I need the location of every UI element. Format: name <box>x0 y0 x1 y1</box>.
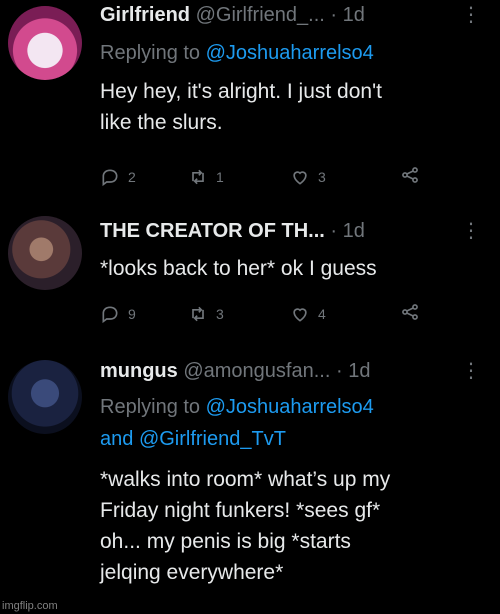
tweet-2[interactable]: THE CREATOR OF TH... · 1d ⋮ *looks back … <box>0 212 500 342</box>
more-icon[interactable]: ⋮ <box>461 0 481 30</box>
tweet-text: *walks into room* what’s up my Friday ni… <box>100 464 490 588</box>
like-count: 4 <box>318 306 326 322</box>
more-icon[interactable]: ⋮ <box>461 356 481 386</box>
action-bar: 9 3 4 <box>100 302 480 326</box>
reply-count: 9 <box>128 306 136 322</box>
separator-dot: · <box>335 360 343 382</box>
tweet-1[interactable]: Girlfriend @Girlfriend_... · 1d ⋮ Replyi… <box>0 0 500 200</box>
share-icon <box>402 304 418 320</box>
retweet-button[interactable]: 3 <box>188 302 224 326</box>
replying-and: and <box>100 428 134 450</box>
reply-button[interactable]: 2 <box>100 165 136 189</box>
text-line: oh... my penis is big *starts <box>100 530 351 553</box>
timestamp[interactable]: 1d <box>343 4 365 26</box>
retweet-count: 3 <box>216 306 224 322</box>
replying-to-continued: and @Girlfriend_TvT <box>100 424 286 454</box>
like-button[interactable]: 3 <box>290 165 326 189</box>
avatar[interactable] <box>8 360 82 434</box>
user-handle[interactable]: @amongusfan... <box>183 360 330 382</box>
share-icon <box>402 167 418 183</box>
text-line: jelqing everywhere* <box>100 561 284 584</box>
text-line: Friday night funkers! *sees gf* <box>100 499 381 522</box>
reply-button[interactable]: 9 <box>100 302 136 326</box>
replying-prefix: Replying to <box>100 396 201 418</box>
like-button[interactable]: 4 <box>290 302 326 326</box>
more-icon[interactable]: ⋮ <box>461 216 481 246</box>
timestamp[interactable]: 1d <box>348 360 370 382</box>
replying-to: Replying to @Joshuaharrelso4 <box>100 392 374 422</box>
like-icon <box>293 308 307 322</box>
tweet-header: Girlfriend @Girlfriend_... · 1d ⋮ <box>100 0 488 30</box>
retweet-icon <box>192 169 204 185</box>
tweet-header: THE CREATOR OF TH... · 1d ⋮ <box>100 216 488 246</box>
separator-dot: · <box>330 220 338 242</box>
display-name[interactable]: Girlfriend <box>100 4 190 26</box>
share-button[interactable] <box>400 302 428 322</box>
action-bar: 2 1 3 <box>100 165 480 189</box>
text-line: *walks into room* what’s up my <box>100 468 391 491</box>
reply-count: 2 <box>128 169 136 185</box>
display-name[interactable]: THE CREATOR OF TH... <box>100 220 325 242</box>
imgflip-watermark: imgflip.com <box>2 600 58 612</box>
retweet-button[interactable]: 1 <box>188 165 224 189</box>
reply-icon <box>102 306 118 324</box>
timestamp[interactable]: 1d <box>343 220 365 242</box>
user-handle[interactable]: @Girlfriend_... <box>196 4 325 26</box>
replying-to: Replying to @Joshuaharrelso4 <box>100 38 374 68</box>
mention-link[interactable]: @Joshuaharrelso4 <box>206 42 374 64</box>
like-icon <box>293 171 307 185</box>
mention-link[interactable]: @Joshuaharrelso4 <box>206 396 374 418</box>
reply-icon <box>102 169 118 187</box>
tweet-3[interactable]: mungus @amongusfan... · 1d ⋮ Replying to… <box>0 356 500 614</box>
share-button[interactable] <box>400 165 428 185</box>
replying-prefix: Replying to <box>100 42 201 64</box>
retweet-icon <box>192 306 204 322</box>
avatar[interactable] <box>8 216 82 290</box>
separator-dot: · <box>330 4 338 26</box>
tweet-header: mungus @amongusfan... · 1d ⋮ <box>100 356 488 386</box>
mention-link[interactable]: @Girlfriend_TvT <box>139 428 286 450</box>
retweet-count: 1 <box>216 169 224 185</box>
text-line: Hey hey, it's alright. I just don't <box>100 80 382 103</box>
tweet-text: Hey hey, it's alright. I just don't like… <box>100 76 490 138</box>
avatar[interactable] <box>8 6 82 80</box>
tweet-text: *looks back to her* ok I guess <box>100 253 490 284</box>
text-line: like the slurs. <box>100 111 223 134</box>
like-count: 3 <box>318 169 326 185</box>
display-name[interactable]: mungus <box>100 360 178 382</box>
text-line: *looks back to her* ok I guess <box>100 257 377 280</box>
